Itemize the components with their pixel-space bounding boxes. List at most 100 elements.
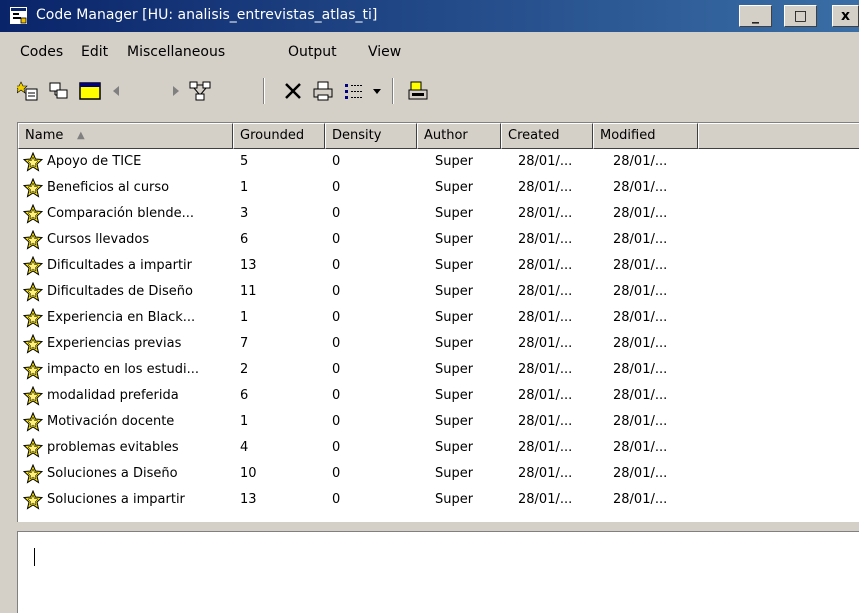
display-icon[interactable] bbox=[77, 78, 103, 104]
table-row[interactable]: Beneficios al curso 1 0 Super 28/01/... 28/01… bbox=[18, 175, 859, 201]
column-header-author[interactable]: Author bbox=[417, 123, 501, 149]
menu-edit[interactable]: Edit bbox=[81, 40, 108, 64]
code-list[interactable]: Name ▲ Grounded Density Author Created M… bbox=[17, 122, 859, 522]
cell-density: 0 bbox=[332, 206, 341, 221]
cell-grounded: 13 bbox=[240, 258, 257, 273]
code-family-icon[interactable] bbox=[46, 78, 72, 104]
cell-author: Super bbox=[435, 492, 474, 507]
title-bar[interactable]: Code Manager [HU: analisis_entrevistas_a… bbox=[0, 0, 859, 32]
table-row[interactable]: Experiencia en Black... 1 0 Super 28/01/... 2… bbox=[18, 305, 859, 331]
cell-name: Apoyo de TICE bbox=[47, 154, 142, 169]
maximize-button[interactable]: □ bbox=[784, 5, 817, 27]
cell-density: 0 bbox=[332, 180, 341, 195]
cell-density: 0 bbox=[332, 336, 341, 351]
table-row[interactable]: Soluciones a Diseño 10 0 Super 28/01/... 28/0… bbox=[18, 461, 859, 487]
cell-modified: 28/01/... bbox=[613, 206, 668, 221]
comment-editor[interactable] bbox=[17, 531, 859, 613]
column-header-density[interactable]: Density bbox=[325, 123, 417, 149]
cell-density: 0 bbox=[332, 388, 341, 403]
window-title: Code Manager [HU: analisis_entrevistas_a… bbox=[36, 7, 378, 23]
cell-grounded: 1 bbox=[240, 414, 249, 429]
code-icon bbox=[23, 282, 43, 302]
column-header-empty bbox=[698, 123, 859, 149]
cell-author: Super bbox=[435, 388, 474, 403]
cell-created: 28/01/... bbox=[518, 154, 573, 169]
toolbar bbox=[0, 70, 859, 110]
cell-modified: 28/01/... bbox=[613, 440, 668, 455]
cell-grounded: 2 bbox=[240, 362, 249, 377]
cell-grounded: 7 bbox=[240, 336, 249, 351]
menu-output[interactable]: Output bbox=[288, 40, 337, 64]
code-icon bbox=[23, 256, 43, 276]
code-icon bbox=[23, 438, 43, 458]
cell-modified: 28/01/... bbox=[613, 492, 668, 507]
cell-created: 28/01/... bbox=[518, 466, 573, 481]
table-row[interactable]: Comparación blende... 3 0 Super 28/01/... 28/… bbox=[18, 201, 859, 227]
table-row[interactable]: Dificultades a impartir 13 0 Super 28/01/...… bbox=[18, 253, 859, 279]
cell-created: 28/01/... bbox=[518, 362, 573, 377]
cell-name: Experiencia en Black... bbox=[47, 310, 196, 325]
cell-created: 28/01/... bbox=[518, 206, 573, 221]
cell-density: 0 bbox=[332, 232, 341, 247]
toolbar-separator bbox=[392, 78, 394, 104]
cell-density: 0 bbox=[332, 154, 341, 169]
code-icon bbox=[23, 334, 43, 354]
table-row[interactable]: Dificultades de Diseño 11 0 Super 28/01/... 2… bbox=[18, 279, 859, 305]
code-icon bbox=[23, 204, 43, 224]
menu-codes[interactable]: Codes bbox=[20, 40, 63, 64]
table-row[interactable]: modalidad preferida 6 0 Super 28/01/... 28/01… bbox=[18, 383, 859, 409]
network-icon[interactable] bbox=[187, 78, 213, 104]
cell-modified: 28/01/... bbox=[613, 284, 668, 299]
table-row[interactable]: Experiencias previas 7 0 Super 28/01/... 28/0… bbox=[18, 331, 859, 357]
menu-view[interactable]: View bbox=[368, 40, 401, 64]
cell-grounded: 1 bbox=[240, 180, 249, 195]
table-row[interactable]: Apoyo de TICE 5 0 Super 28/01/... 28/01/... bbox=[18, 149, 859, 175]
app-icon bbox=[10, 7, 27, 24]
toolbar-separator bbox=[263, 78, 265, 104]
cell-name: Experiencias previas bbox=[47, 336, 182, 351]
export-icon[interactable] bbox=[405, 78, 431, 104]
code-icon bbox=[23, 464, 43, 484]
new-code-icon[interactable] bbox=[15, 78, 41, 104]
table-row[interactable]: impacto en los estudi... 2 0 Super 28/01/...… bbox=[18, 357, 859, 383]
close-button[interactable]: x bbox=[832, 5, 859, 27]
forward-arrow-icon[interactable] bbox=[168, 78, 184, 104]
table-row[interactable]: Soluciones a impartir 13 0 Super 28/01/... 28… bbox=[18, 487, 859, 513]
cell-author: Super bbox=[435, 466, 474, 481]
cell-grounded: 5 bbox=[240, 154, 249, 169]
pane-splitter[interactable] bbox=[0, 522, 859, 530]
list-header: Name ▲ Grounded Density Author Created M… bbox=[18, 123, 859, 149]
minimize-button[interactable]: _ bbox=[739, 5, 772, 27]
cell-modified: 28/01/... bbox=[613, 362, 668, 377]
column-header-grounded[interactable]: Grounded bbox=[233, 123, 325, 149]
cell-modified: 28/01/... bbox=[613, 258, 668, 273]
cell-density: 0 bbox=[332, 414, 341, 429]
table-row[interactable]: Motivación docente 1 0 Super 28/01/... 28/01/… bbox=[18, 409, 859, 435]
text-caret bbox=[34, 548, 35, 566]
dropdown-icon[interactable] bbox=[369, 78, 385, 104]
view-mode-icon[interactable] bbox=[341, 78, 367, 104]
code-icon bbox=[23, 178, 43, 198]
cell-grounded: 4 bbox=[240, 440, 249, 455]
column-header-name[interactable]: Name ▲ bbox=[18, 123, 233, 149]
cell-grounded: 6 bbox=[240, 388, 249, 403]
back-arrow-icon[interactable] bbox=[108, 78, 124, 104]
menu-miscellaneous[interactable]: Miscellaneous bbox=[127, 40, 225, 64]
cell-grounded: 13 bbox=[240, 492, 257, 507]
column-header-created[interactable]: Created bbox=[501, 123, 593, 149]
code-icon bbox=[23, 386, 43, 406]
cell-modified: 28/01/... bbox=[613, 388, 668, 403]
cell-name: problemas evitables bbox=[47, 440, 179, 455]
print-icon[interactable] bbox=[310, 78, 336, 104]
table-row[interactable]: Cursos llevados 6 0 Super 28/01/... 28/01/... bbox=[18, 227, 859, 253]
cell-grounded: 1 bbox=[240, 310, 249, 325]
cell-created: 28/01/... bbox=[518, 492, 573, 507]
table-row[interactable]: problemas evitables 4 0 Super 28/01/... 28/01… bbox=[18, 435, 859, 461]
cell-name: Soluciones a impartir bbox=[47, 492, 185, 507]
cell-density: 0 bbox=[332, 362, 341, 377]
delete-icon[interactable] bbox=[280, 78, 306, 104]
column-header-modified[interactable]: Modified bbox=[593, 123, 698, 149]
cell-grounded: 11 bbox=[240, 284, 257, 299]
sort-ascending-icon: ▲ bbox=[77, 130, 85, 141]
cell-author: Super bbox=[435, 440, 474, 455]
